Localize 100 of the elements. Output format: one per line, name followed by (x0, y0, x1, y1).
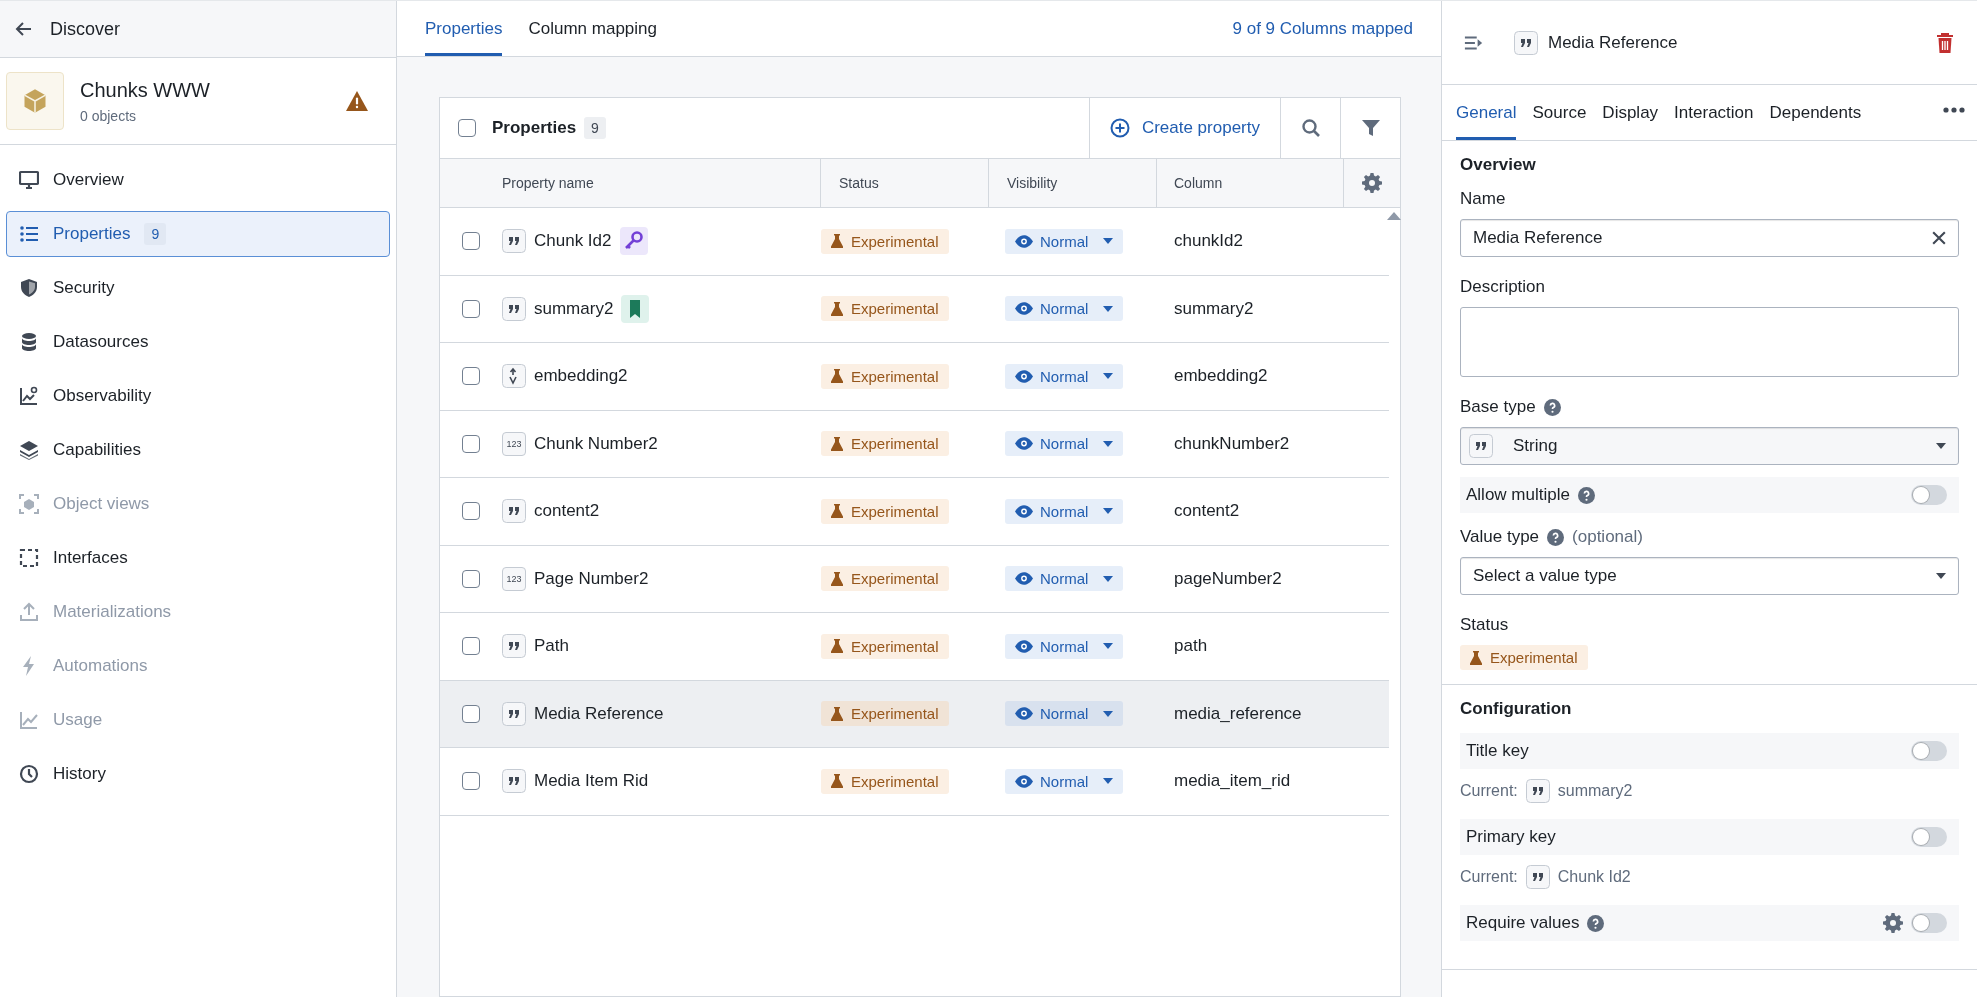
tab[interactable]: Column mapping (528, 1, 657, 56)
current-value: Chunk Id2 (1557, 868, 1631, 886)
caret-icon (1103, 643, 1114, 650)
visibility-dropdown[interactable]: Normal (1005, 228, 1124, 254)
nav-item[interactable]: Properties 9 (6, 211, 390, 257)
table-row[interactable]: 123 Chunk Number2 Experimental Normal chunkNumber2 (440, 410, 1389, 478)
nav-label: Capabilities (53, 440, 141, 460)
row-checkbox[interactable] (462, 299, 480, 318)
row-checkbox[interactable] (462, 502, 480, 521)
visibility-dropdown[interactable]: Normal (1005, 431, 1124, 457)
visibility-dropdown[interactable]: Normal (1005, 701, 1124, 727)
description-field[interactable] (1460, 307, 1959, 377)
nav-icon (19, 764, 39, 784)
nav-label: Usage (53, 710, 103, 730)
delete-icon[interactable] (1935, 32, 1955, 53)
toggle-label: Title key (1466, 741, 1529, 761)
status-tag: Experimental (821, 768, 949, 794)
quote-icon (1469, 434, 1493, 458)
row-checkbox[interactable] (462, 367, 480, 386)
column-header: Visibility (989, 159, 1157, 207)
base-type-select[interactable]: String (1460, 427, 1959, 465)
help-icon (1543, 398, 1561, 416)
visibility-dropdown[interactable]: Normal (1005, 633, 1124, 659)
property-name: Chunk Id2 (534, 231, 612, 252)
settings-icon[interactable] (1883, 913, 1903, 933)
current-label: Current: (1460, 782, 1518, 800)
tab[interactable]: General (1456, 85, 1517, 140)
eye-icon (1015, 302, 1033, 316)
eye-icon (1015, 774, 1033, 788)
nav-item[interactable]: Observability (6, 373, 390, 419)
property-name: Path (534, 636, 569, 657)
flask-icon (831, 504, 843, 519)
nav-item[interactable]: Datasources (6, 319, 390, 365)
nav-icon (19, 332, 39, 352)
count-badge: 9 (584, 117, 606, 139)
table-row[interactable]: Path Experimental Normal path (440, 613, 1389, 681)
table-row[interactable]: Media Item Rid Experimental Normal media_item_rid (440, 748, 1389, 816)
visibility-dropdown[interactable]: Normal (1005, 498, 1124, 524)
nav-item[interactable]: Interfaces (6, 535, 390, 581)
nav-icon (19, 170, 39, 190)
table-row[interactable]: Chunk Id2 Experimental Normal chunkId2 (440, 208, 1389, 276)
tab[interactable]: Display (1602, 85, 1659, 140)
nav-label: History (53, 764, 106, 784)
name-field[interactable]: Media Reference (1460, 219, 1959, 257)
visibility-dropdown[interactable]: Normal (1005, 566, 1124, 592)
nav-item[interactable]: Capabilities (6, 427, 390, 473)
value-type-select[interactable]: Select a value type (1460, 557, 1959, 595)
quote-icon (1525, 865, 1550, 889)
nav-icon (19, 224, 39, 244)
visibility-dropdown[interactable]: Normal (1005, 363, 1124, 389)
table-row[interactable]: embedding2 Experimental Normal embedding2 (440, 343, 1389, 411)
column-name: embedding2 (1173, 366, 1268, 387)
flask-icon (831, 571, 843, 586)
help-icon (1577, 486, 1595, 504)
table-row[interactable]: content2 Experimental Normal content2 (440, 478, 1389, 546)
row-checkbox[interactable] (462, 637, 480, 656)
row-checkbox[interactable] (462, 704, 480, 723)
column-name: pageNumber2 (1173, 568, 1282, 589)
caret-icon (1103, 440, 1114, 447)
eye-icon (1015, 572, 1033, 586)
toggle-switch[interactable] (1911, 913, 1947, 933)
visibility-dropdown[interactable]: Normal (1005, 768, 1124, 794)
property-name: content2 (534, 501, 600, 522)
status-tag: Experimental (821, 566, 949, 592)
row-checkbox[interactable] (462, 772, 480, 791)
table-row[interactable]: 123 Page Number2 Experimental Normal pageNumber2 (440, 545, 1389, 613)
table-row[interactable]: Media Reference Experimental Normal media_reference (440, 680, 1389, 748)
toggle-switch[interactable] (1911, 741, 1947, 761)
status-tag: Experimental (1460, 645, 1588, 670)
row-checkbox[interactable] (462, 569, 480, 588)
tab[interactable]: Dependents (1769, 85, 1862, 140)
tab[interactable]: Source (1532, 85, 1587, 140)
property-name: Chunk Number2 (534, 433, 658, 454)
visibility-dropdown[interactable]: Normal (1005, 296, 1124, 322)
row-checkbox[interactable] (462, 232, 480, 251)
field-label: Status (1460, 615, 1509, 635)
status-tag: Experimental (821, 633, 949, 659)
table-row[interactable]: summary2 Experimental Normal summary2 (440, 275, 1389, 343)
nav-item[interactable]: History (6, 751, 390, 797)
nav-item[interactable]: Overview (6, 157, 390, 203)
more-icon[interactable] (1943, 106, 1965, 113)
row-checkbox[interactable] (462, 434, 480, 453)
clear-icon[interactable] (1932, 231, 1946, 245)
nav-item[interactable]: Security (6, 265, 390, 311)
settings-icon[interactable] (1362, 173, 1382, 193)
caret-icon (1103, 508, 1114, 515)
column-name: path (1173, 636, 1208, 657)
back-button[interactable]: Discover (0, 1, 396, 58)
mapped-link[interactable]: 9 of 9 Columns mapped (1232, 18, 1413, 39)
tab[interactable]: Interaction (1674, 85, 1754, 140)
nav-label: Automations (53, 656, 148, 676)
nav-icon (19, 386, 39, 406)
select-all-checkbox[interactable] (458, 119, 476, 137)
current-value: summary2 (1557, 782, 1633, 800)
toggle-switch[interactable] (1911, 485, 1947, 505)
optional-hint: (optional) (1572, 527, 1643, 547)
toggle-switch[interactable] (1911, 827, 1947, 847)
scroll-up-icon[interactable] (1387, 212, 1401, 220)
flask-icon (831, 436, 843, 451)
eye-icon (1015, 234, 1033, 248)
